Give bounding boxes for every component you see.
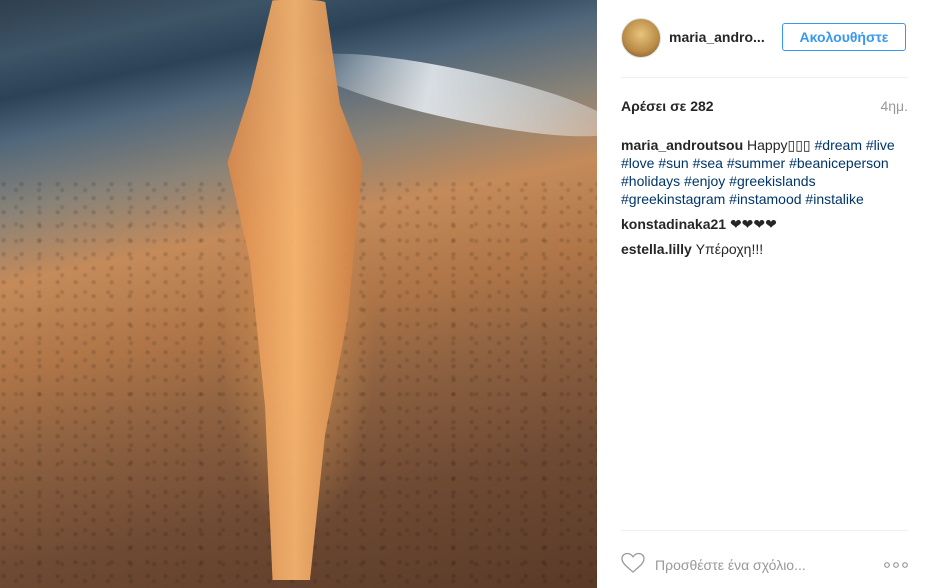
- post-header: maria_andro... Ακολουθήστε: [621, 18, 908, 58]
- comment-item: konstadinaka21 ❤❤❤❤: [621, 215, 911, 233]
- post-side-panel: maria_andro... Ακολουθήστε Αρέσει σε 282…: [597, 0, 925, 588]
- avatar[interactable]: [621, 18, 661, 58]
- comments-list: maria_androutsou Happy▯▯▯ #dream #live #…: [621, 136, 911, 265]
- caption-tags-2[interactable]: #love #sun #sea #summer #beaniceperson: [621, 155, 889, 171]
- post-time[interactable]: 4ημ.: [880, 98, 908, 114]
- comment-author[interactable]: konstadinaka21: [621, 216, 726, 232]
- post-footer: Προσθέστε ένα σχόλιο...: [621, 550, 908, 578]
- comment-text: ❤❤❤❤: [729, 216, 777, 232]
- caption: maria_androutsou Happy▯▯▯ #dream #live #…: [621, 136, 911, 208]
- likes-count[interactable]: Αρέσει σε 282: [621, 98, 714, 114]
- comment-author[interactable]: estella.lilly: [621, 241, 692, 257]
- heart-icon[interactable]: [621, 552, 645, 574]
- caption-tags-4[interactable]: #greekinstagram #instamood #instalike: [621, 191, 864, 207]
- more-options-icon[interactable]: [884, 556, 908, 572]
- comment-text: Υπέροχη!!!: [695, 241, 764, 257]
- caption-tags-3[interactable]: #holidays #enjoy #greekislands: [621, 173, 816, 189]
- header-divider: [621, 77, 908, 78]
- post-photo[interactable]: [0, 0, 597, 588]
- follow-button[interactable]: Ακολουθήστε: [782, 23, 906, 51]
- add-comment-input[interactable]: Προσθέστε ένα σχόλιο...: [655, 557, 806, 573]
- caption-author[interactable]: maria_androutsou: [621, 137, 743, 153]
- username-link[interactable]: maria_andro...: [669, 29, 765, 45]
- caption-text: Happy▯▯▯: [747, 137, 811, 153]
- footer-divider: [621, 530, 908, 531]
- comment-item: estella.lilly Υπέροχη!!!: [621, 240, 911, 258]
- caption-tags-1[interactable]: #dream #live: [815, 137, 895, 153]
